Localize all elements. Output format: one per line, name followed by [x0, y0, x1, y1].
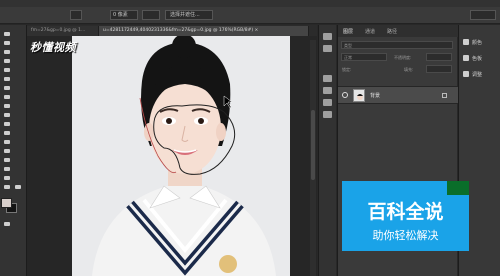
character-icon[interactable]	[323, 75, 332, 82]
gradient-tool-icon[interactable]	[2, 130, 11, 136]
workspace-switcher[interactable]	[470, 10, 496, 20]
tab-channels[interactable]: 通道	[365, 28, 375, 35]
menu-bar[interactable]	[0, 0, 500, 7]
opacity-input[interactable]	[426, 53, 452, 61]
panel-adjustments-label: 调整	[472, 72, 483, 78]
adjustments-icon	[463, 71, 469, 77]
layer-filter-label: 类型	[344, 43, 352, 48]
crop-tool-icon[interactable]	[2, 67, 11, 73]
pen-tool-icon[interactable]	[2, 157, 11, 163]
lock-icon	[442, 93, 447, 98]
quick-mask-icon[interactable]	[2, 221, 11, 227]
document-tabs: fm=27&gp=0.jpg @ 1... u=4281172449,40402…	[27, 25, 317, 36]
document-image[interactable]	[72, 36, 290, 276]
tab-document-2[interactable]: u=4281172449,4040231336&fm=27&gp=0.jpg @…	[99, 26, 309, 36]
marquee-tool-icon[interactable]	[2, 40, 11, 46]
panel-color[interactable]: 颜色	[463, 37, 499, 47]
baike-subtitle: 助你轻松解决	[372, 229, 439, 242]
baike-title: 百科全说	[367, 201, 444, 223]
tab-layers[interactable]: 图层	[343, 28, 353, 35]
feather-value: 0 像素	[113, 12, 128, 18]
options-bar: 0 像素 选择并遮住...	[0, 7, 500, 24]
layer-name: 背景	[370, 93, 381, 99]
quick-select-tool-icon[interactable]	[2, 58, 11, 64]
eyedropper-tool-icon[interactable]	[2, 76, 11, 82]
path-select-tool-icon[interactable]	[2, 175, 11, 181]
fill-input[interactable]	[426, 65, 452, 73]
history-brush-tool-icon[interactable]	[2, 112, 11, 118]
fill-label: 填充:	[404, 67, 414, 72]
healing-brush-tool-icon[interactable]	[2, 85, 11, 91]
dodge-tool-icon[interactable]	[2, 148, 11, 154]
hand-tool-icon[interactable]	[2, 184, 11, 190]
brush-tool-icon[interactable]	[2, 94, 11, 100]
lock-label: 锁定:	[342, 67, 352, 72]
clone-stamp-tool-icon[interactable]	[2, 103, 11, 109]
tab-paths[interactable]: 路径	[387, 28, 397, 35]
type-tool-icon[interactable]	[2, 166, 11, 172]
scrollbar-thumb[interactable]	[311, 110, 315, 180]
opacity-label: 不透明度:	[394, 55, 412, 60]
tool-presets-icon[interactable]	[323, 111, 332, 118]
foreground-color-swatch[interactable]	[1, 198, 12, 208]
lasso-tool-icon[interactable]	[2, 49, 11, 55]
eraser-tool-icon[interactable]	[2, 121, 11, 127]
layer-row-background[interactable]: 背景	[338, 86, 458, 104]
collapsed-panels-strip	[318, 25, 336, 276]
blend-mode-select[interactable]: 正常	[341, 53, 387, 61]
move-tool-icon[interactable]	[2, 31, 11, 37]
baike-accent	[447, 181, 469, 195]
canvas-area[interactable]: 秒懂视频	[27, 36, 317, 276]
portrait-photo	[72, 36, 290, 276]
tools-panel	[0, 25, 27, 276]
panel-swatches-label: 色板	[472, 56, 483, 62]
baike-watermark: 百科全说 助你轻松解决	[342, 181, 469, 251]
panel-color-label: 颜色	[472, 40, 483, 46]
select-and-mask-label: 选择并遮住...	[170, 12, 200, 18]
vertical-scrollbar[interactable]	[310, 40, 316, 276]
paragraph-icon[interactable]	[323, 87, 332, 94]
blend-mode-value: 正常	[344, 55, 352, 60]
visibility-eye-icon[interactable]	[342, 92, 348, 98]
color-icon	[463, 39, 469, 45]
anti-alias-toggle[interactable]	[142, 10, 160, 20]
zoom-tool-icon[interactable]	[13, 184, 22, 190]
properties-icon[interactable]	[323, 45, 332, 52]
watermark-logo: 秒懂视频	[30, 41, 76, 54]
swatches-icon	[463, 55, 469, 61]
layers-panel-tabs: 图层 通道 路径	[338, 25, 458, 37]
blur-tool-icon[interactable]	[2, 139, 11, 145]
feather-icon[interactable]	[70, 10, 82, 20]
layer-thumbnail	[353, 89, 365, 102]
panel-swatches[interactable]: 色板	[463, 53, 499, 63]
tab-document-1[interactable]: fm=27&gp=0.jpg @ 1...	[27, 26, 99, 36]
panel-adjustments[interactable]: 调整	[463, 69, 499, 79]
layer-filter[interactable]: 类型	[341, 41, 453, 49]
brush-presets-icon[interactable]	[323, 99, 332, 106]
history-icon[interactable]	[323, 33, 332, 40]
